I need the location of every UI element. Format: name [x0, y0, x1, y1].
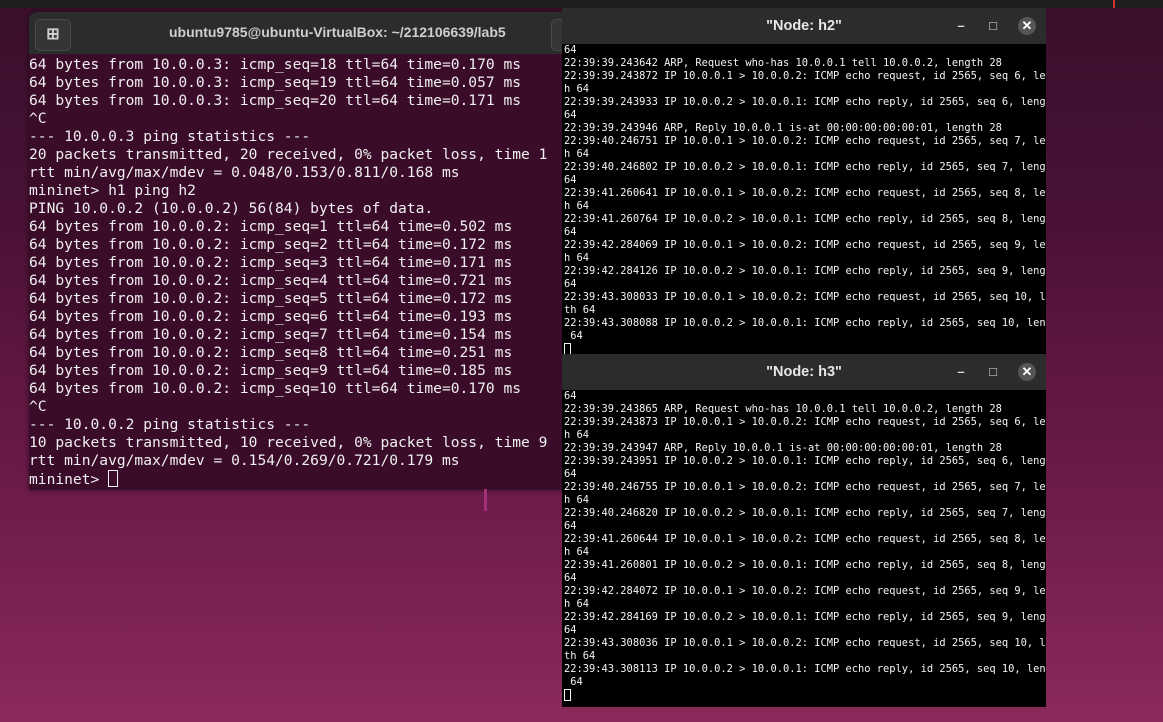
node-h2-line: h 64 [564, 148, 590, 160]
node-h2-line: 22:39:42.284126 IP 10.0.0.2 > 10.0.0.1: … [564, 265, 1046, 277]
desktop-mark [484, 489, 487, 511]
node-h3-line: 64 [564, 676, 583, 688]
terminal-line: --- 10.0.0.3 ping statistics --- [29, 128, 311, 145]
node-h3-line: 22:39:41.260644 IP 10.0.0.1 > 10.0.0.2: … [564, 533, 1046, 545]
maximize-icon[interactable]: □ [984, 363, 1002, 381]
node-h3-line: 64 [564, 572, 577, 584]
top-panel [0, 0, 1163, 8]
terminal-line: 64 bytes from 10.0.0.2: icmp_seq=5 ttl=6… [29, 290, 513, 307]
terminal-line: --- 10.0.0.2 ping statistics --- [29, 416, 311, 433]
node-h3-line: 22:39:39.243865 ARP, Request who-has 10.… [564, 403, 1002, 415]
node-h3-line: h 64 [564, 429, 590, 441]
terminal-line: mininet> h1 ping h2 [29, 182, 196, 199]
node-h2-output[interactable]: 64 22:39:39.243642 ARP, Request who-has 1… [562, 44, 1046, 356]
terminal-line: rtt min/avg/max/mdev = 0.048/0.153/0.811… [29, 164, 460, 181]
minimize-icon[interactable]: – [952, 363, 970, 381]
node-h2-line: 22:39:39.243642 ARP, Request who-has 10.… [564, 57, 1002, 69]
terminal-prompt: mininet> [29, 471, 109, 488]
terminal-prompt-line[interactable]: mininet> [29, 470, 569, 488]
terminal-line: 64 bytes from 10.0.0.2: icmp_seq=2 ttl=6… [29, 236, 513, 253]
terminal-line: PING 10.0.0.2 (10.0.0.2) 56(84) bytes of… [29, 200, 434, 217]
terminal-line: 64 bytes from 10.0.0.2: icmp_seq=9 ttl=6… [29, 362, 513, 379]
node-h2-line: h 64 [564, 200, 590, 212]
terminal-line: 64 bytes from 10.0.0.3: icmp_seq=18 ttl=… [29, 56, 522, 73]
node-h2-line: 22:39:40.246802 IP 10.0.0.2 > 10.0.0.1: … [564, 161, 1046, 173]
node-h2-header[interactable]: "Node: h2" – □ ✕ [562, 8, 1046, 44]
node-h2-line: 22:39:39.243872 IP 10.0.0.1 > 10.0.0.2: … [564, 70, 1046, 82]
top-panel-accent [1113, 0, 1115, 8]
terminal-line: 64 bytes from 10.0.0.3: icmp_seq=20 ttl=… [29, 92, 522, 109]
node-h3-line: 22:39:41.260801 IP 10.0.0.2 > 10.0.0.1: … [564, 559, 1046, 571]
node-h2-line: 64 [564, 109, 577, 121]
node-h3-line: th 64 [564, 650, 596, 662]
node-h3-line: 22:39:40.246820 IP 10.0.0.2 > 10.0.0.1: … [564, 507, 1046, 519]
close-icon[interactable]: ✕ [1018, 363, 1036, 381]
node-h3-header[interactable]: "Node: h3" – □ ✕ [562, 354, 1046, 390]
node-h3-line: 64 [564, 624, 577, 636]
node-h3-line: 22:39:43.308036 IP 10.0.0.1 > 10.0.0.2: … [564, 637, 1046, 649]
terminal-line: 20 packets transmitted, 20 received, 0% … [29, 146, 548, 163]
terminal-title: ubuntu9785@ubuntu-VirtualBox: ~/21210663… [169, 24, 506, 40]
node-h2-line: 22:39:41.260641 IP 10.0.0.1 > 10.0.0.2: … [564, 187, 1046, 199]
node-h2-window[interactable]: "Node: h2" – □ ✕ 64 22:39:39.243642 ARP, … [562, 8, 1046, 356]
node-h3-line: 22:39:39.243951 IP 10.0.0.2 > 10.0.0.1: … [564, 455, 1046, 467]
node-h3-line: 64 [564, 520, 577, 532]
node-h2-title: "Node: h2" [766, 18, 842, 34]
xterm-cursor-line [564, 689, 1046, 702]
node-h3-line: h 64 [564, 546, 590, 558]
node-h3-line: 64 [564, 390, 577, 402]
terminal-line: 64 bytes from 10.0.0.2: icmp_seq=8 ttl=6… [29, 344, 513, 361]
text-cursor [108, 470, 119, 487]
node-h2-line: h 64 [564, 252, 590, 264]
close-icon[interactable]: ✕ [1018, 17, 1036, 35]
node-h3-line: 22:39:42.284072 IP 10.0.0.1 > 10.0.0.2: … [564, 585, 1046, 597]
minimize-icon[interactable]: – [952, 17, 970, 35]
terminal-header-bar[interactable]: ⊞ ubuntu9785@ubuntu-VirtualBox: ~/212106… [29, 12, 569, 54]
node-h2-line: h 64 [564, 83, 590, 95]
node-h2-line: 22:39:42.284069 IP 10.0.0.1 > 10.0.0.2: … [564, 239, 1046, 251]
terminal-line: 64 bytes from 10.0.0.2: icmp_seq=1 ttl=6… [29, 218, 513, 235]
terminal-line: 10 packets transmitted, 10 received, 0% … [29, 434, 548, 451]
node-h3-window[interactable]: "Node: h3" – □ ✕ 64 22:39:39.243865 ARP, … [562, 354, 1046, 707]
node-h3-line: h 64 [564, 598, 590, 610]
maximize-icon[interactable]: □ [984, 17, 1002, 35]
main-terminal-window[interactable]: ⊞ ubuntu9785@ubuntu-VirtualBox: ~/212106… [29, 12, 569, 490]
terminal-line: 64 bytes from 10.0.0.3: icmp_seq=19 ttl=… [29, 74, 522, 91]
node-h2-line: 64 [564, 174, 577, 186]
node-h3-output[interactable]: 64 22:39:39.243865 ARP, Request who-has 1… [562, 390, 1046, 702]
node-h3-line: 22:39:39.243873 IP 10.0.0.1 > 10.0.0.2: … [564, 416, 1046, 428]
node-h2-line: 64 [564, 44, 577, 56]
node-h2-line: 22:39:43.308088 IP 10.0.0.2 > 10.0.0.1: … [564, 317, 1046, 329]
node-h2-line: th 64 [564, 304, 596, 316]
terminal-line: ^C [29, 398, 47, 415]
terminal-line: 64 bytes from 10.0.0.2: icmp_seq=10 ttl=… [29, 380, 522, 397]
node-h2-line: 22:39:43.308033 IP 10.0.0.1 > 10.0.0.2: … [564, 291, 1046, 303]
terminal-line: 64 bytes from 10.0.0.2: icmp_seq=3 ttl=6… [29, 254, 513, 271]
terminal-line: 64 bytes from 10.0.0.2: icmp_seq=7 ttl=6… [29, 326, 513, 343]
terminal-line: 64 bytes from 10.0.0.2: icmp_seq=4 ttl=6… [29, 272, 513, 289]
node-h3-line: 22:39:42.284169 IP 10.0.0.2 > 10.0.0.1: … [564, 611, 1046, 623]
node-h3-title: "Node: h3" [766, 364, 842, 380]
new-tab-icon[interactable]: ⊞ [35, 19, 71, 51]
terminal-line: rtt min/avg/max/mdev = 0.154/0.269/0.721… [29, 452, 460, 469]
node-h2-line: 64 [564, 226, 577, 238]
terminal-line: 64 bytes from 10.0.0.2: icmp_seq=6 ttl=6… [29, 308, 513, 325]
terminal-output[interactable]: 64 bytes from 10.0.0.3: icmp_seq=18 ttl=… [29, 54, 569, 488]
node-h3-line: h 64 [564, 494, 590, 506]
node-h2-line: 22:39:40.246751 IP 10.0.0.1 > 10.0.0.2: … [564, 135, 1046, 147]
node-h3-line: 64 [564, 468, 577, 480]
node-h2-line: 22:39:39.243933 IP 10.0.0.2 > 10.0.0.1: … [564, 96, 1046, 108]
node-h2-line: 22:39:41.260764 IP 10.0.0.2 > 10.0.0.1: … [564, 213, 1046, 225]
node-h3-line: 22:39:43.308113 IP 10.0.0.2 > 10.0.0.1: … [564, 663, 1046, 675]
node-h2-line: 64 [564, 330, 583, 342]
text-cursor [564, 689, 571, 701]
node-h2-line: 64 [564, 278, 577, 290]
node-h3-line: 22:39:39.243947 ARP, Reply 10.0.0.1 is-a… [564, 442, 1002, 454]
node-h3-line: 22:39:40.246755 IP 10.0.0.1 > 10.0.0.2: … [564, 481, 1046, 493]
node-h2-line: 22:39:39.243946 ARP, Reply 10.0.0.1 is-a… [564, 122, 1002, 134]
terminal-line: ^C [29, 110, 47, 127]
